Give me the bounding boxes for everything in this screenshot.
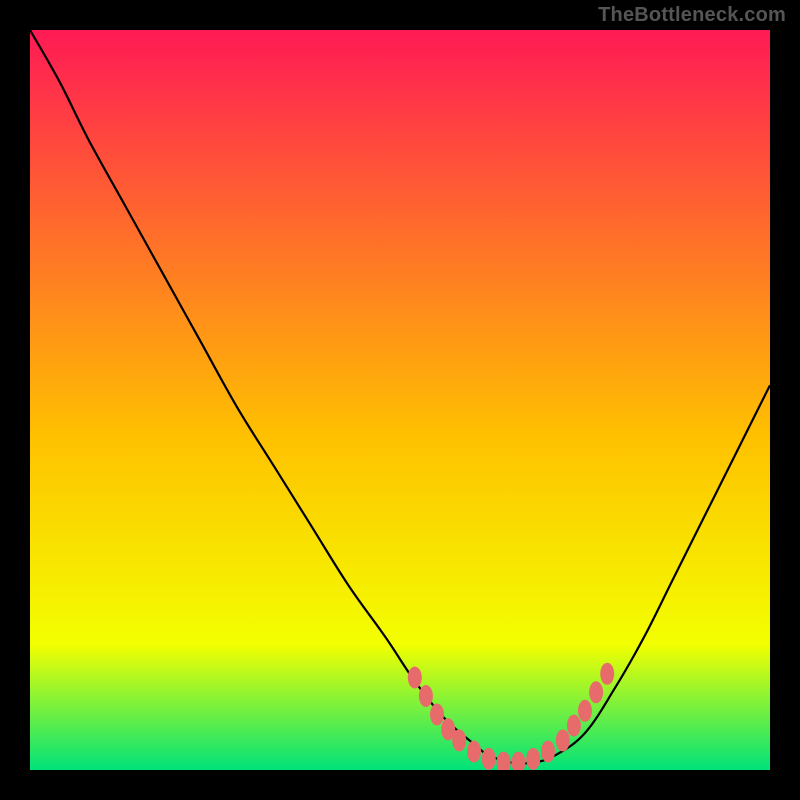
highlight-marker	[482, 748, 496, 770]
watermark-label: TheBottleneck.com	[598, 4, 786, 27]
highlight-marker	[567, 715, 581, 737]
highlight-marker	[467, 741, 481, 763]
highlight-marker	[526, 748, 540, 770]
highlight-marker	[578, 700, 592, 722]
highlight-marker	[452, 729, 466, 751]
chart-svg	[30, 30, 770, 770]
highlight-marker	[430, 704, 444, 726]
plot-area	[30, 30, 770, 770]
chart-frame: TheBottleneck.com	[0, 0, 800, 800]
highlight-marker	[589, 681, 603, 703]
highlight-marker	[600, 663, 614, 685]
highlight-marker	[556, 729, 570, 751]
highlight-marker	[419, 685, 433, 707]
highlight-marker	[541, 741, 555, 763]
highlight-marker	[408, 667, 422, 689]
